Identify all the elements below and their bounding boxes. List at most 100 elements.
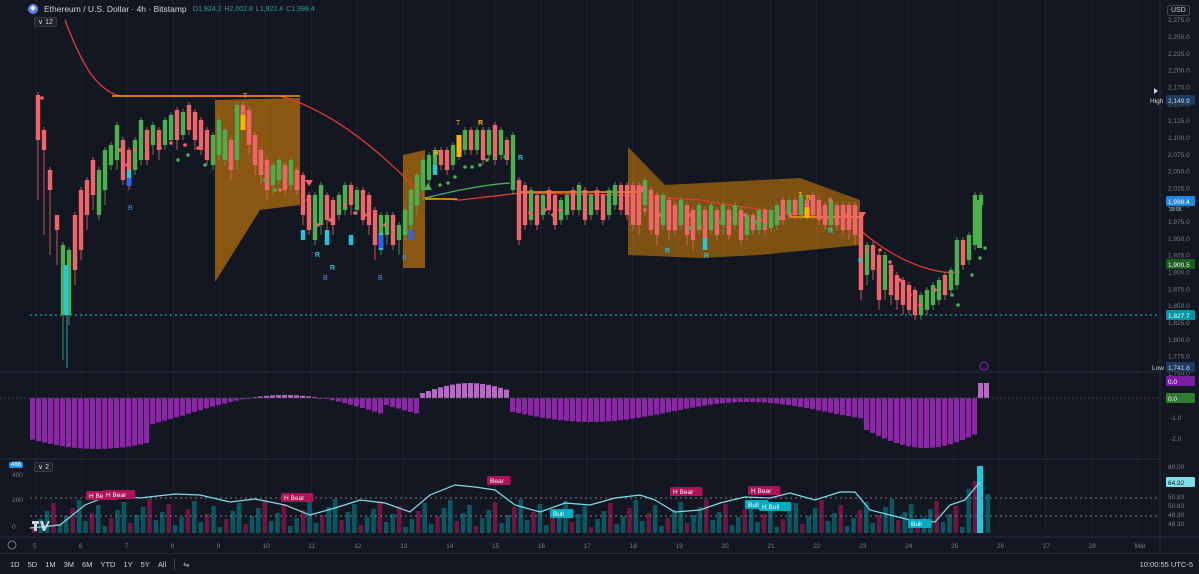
histogram-bar — [774, 398, 779, 404]
price-tick: 2,125.0 — [1168, 118, 1190, 125]
range-all[interactable]: All — [154, 560, 170, 569]
range-1y[interactable]: 1Y — [119, 560, 136, 569]
range-3m[interactable]: 3M — [60, 560, 78, 569]
clock[interactable]: 10:00:55 UTC-5 — [1140, 560, 1193, 569]
histogram-bar — [534, 398, 539, 417]
calendar-range-icon[interactable]: ⇋ — [179, 560, 193, 569]
histogram-bar — [522, 398, 527, 415]
volume-bar — [672, 510, 677, 533]
histogram-bar — [336, 398, 341, 402]
volume-bar — [787, 511, 792, 533]
candle — [966, 235, 972, 260]
histogram-bar — [402, 398, 407, 411]
settings-icon[interactable] — [7, 540, 17, 550]
range-1d[interactable]: 1D — [6, 560, 24, 569]
price-tick: 1,825.0 — [1168, 320, 1190, 327]
histogram-bar — [150, 398, 155, 424]
histogram-bar — [228, 398, 233, 402]
candle — [522, 185, 528, 225]
histogram-bar — [390, 398, 395, 407]
signal-dot — [818, 208, 822, 212]
time-tick: Mar — [1135, 543, 1147, 550]
candle — [168, 115, 174, 140]
volume-bar — [742, 509, 747, 533]
volume-bar — [537, 504, 543, 533]
currency-button[interactable]: USD — [1167, 5, 1190, 16]
volume-bar — [204, 514, 210, 533]
volume-bar — [70, 508, 75, 533]
candle — [228, 140, 234, 170]
candle — [672, 205, 678, 230]
candle — [660, 195, 666, 225]
signal-letter-b: B — [378, 275, 383, 282]
candle — [486, 130, 492, 155]
histogram-bar — [48, 398, 53, 444]
time-tick: 18 — [630, 543, 638, 550]
volume-bar — [268, 521, 274, 533]
signal-candle — [300, 230, 306, 240]
volume-bar — [166, 504, 171, 533]
signal-dot — [788, 213, 792, 217]
range-5d[interactable]: 5D — [24, 560, 42, 569]
symbol-title[interactable]: Ethereum / U.S. Dollar · 4h · Bitstamp — [44, 4, 187, 14]
signal-dot — [391, 226, 395, 230]
histogram-bar — [888, 398, 893, 441]
volume-bar — [172, 525, 178, 533]
signal-dot — [263, 178, 267, 182]
signal-dot — [853, 226, 857, 230]
ohlc-value: 1,922.4 — [259, 5, 284, 13]
time-tick: 28 — [1089, 543, 1097, 550]
chart-canvas[interactable]: BB BBRRRRRRRRRRTTT2,275.02,250.02,225.02,… — [0, 0, 1199, 574]
volume-bar — [121, 502, 127, 533]
candle — [954, 240, 960, 285]
volume-bar — [217, 527, 223, 533]
candle — [35, 95, 41, 140]
candle — [894, 275, 900, 300]
candle — [888, 265, 894, 295]
indicators-toggle[interactable]: ∨ 12 — [34, 17, 57, 27]
histogram-bar — [198, 398, 203, 411]
time-tick: 16 — [538, 543, 546, 550]
range-zone — [215, 98, 300, 282]
range-ytd[interactable]: YTD — [96, 560, 119, 569]
volume-bar — [224, 519, 229, 533]
volume-bar — [345, 512, 351, 533]
candle — [972, 195, 978, 245]
signal-dot — [970, 273, 974, 277]
histogram-bar — [372, 398, 377, 412]
volume-bar — [288, 526, 293, 533]
histogram-bar — [792, 398, 797, 407]
pane-indicator-badge[interactable]: 488 — [9, 462, 24, 468]
signal-dot — [983, 246, 987, 250]
candle — [792, 200, 798, 215]
range-6m[interactable]: 6M — [78, 560, 96, 569]
volume-bar — [339, 520, 344, 533]
candle — [150, 125, 156, 145]
time-tick: 15 — [492, 543, 500, 550]
histogram-bar — [210, 398, 215, 407]
histogram-bar — [594, 398, 599, 422]
histogram-bar — [540, 398, 545, 418]
candle — [708, 205, 714, 230]
ohlc-value: 1,924.2 — [198, 5, 222, 13]
range-5y[interactable]: 5Y — [137, 560, 154, 569]
volume-bar — [806, 516, 811, 533]
range-1m[interactable]: 1M — [41, 560, 59, 569]
volume-bar — [249, 516, 255, 533]
alert-clock-icon[interactable] — [979, 361, 989, 371]
histogram-bar — [900, 398, 905, 445]
signal-dot — [678, 216, 682, 220]
histogram-bar — [666, 398, 671, 413]
volume-bar — [198, 522, 203, 533]
volume-bar — [371, 509, 376, 533]
bear-divergence-label: H Bear — [106, 492, 127, 499]
signal-candle — [432, 165, 438, 175]
pane-indicators-toggle[interactable]: ∨ 2 — [34, 462, 53, 472]
price-tick: 1,775.0 — [1168, 354, 1190, 361]
histogram-bar — [438, 387, 443, 398]
time-tick: 21 — [767, 543, 775, 550]
oscillator-badge: 0.0 — [1168, 379, 1177, 386]
volume-bar — [416, 511, 421, 533]
signal-candle — [240, 115, 246, 130]
histogram-bar — [672, 398, 677, 412]
